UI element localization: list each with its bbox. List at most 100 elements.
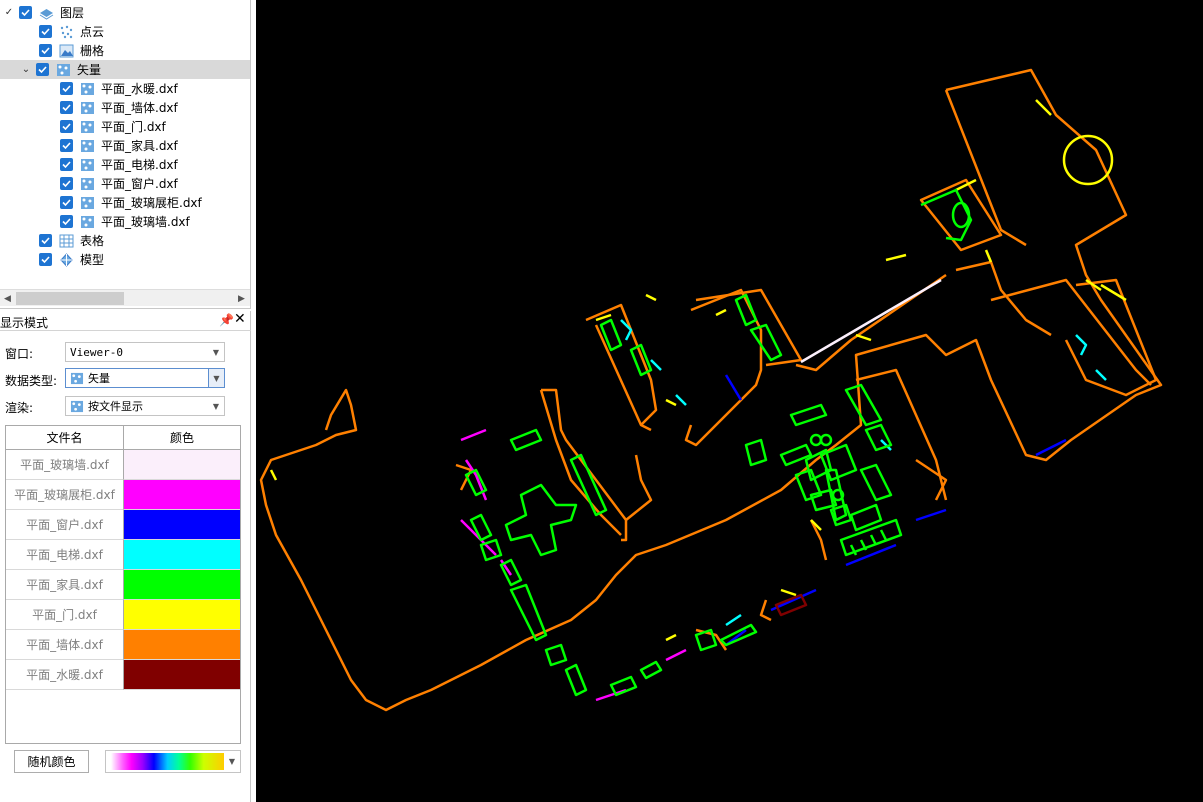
- scrollbar-thumb[interactable]: [16, 292, 124, 305]
- chevron-down-icon[interactable]: ✓: [3, 7, 15, 19]
- pin-icon[interactable]: 📌: [219, 313, 234, 327]
- window-select-value: Viewer-0: [70, 345, 123, 359]
- horizontal-scrollbar[interactable]: ◀ ▶: [0, 289, 250, 306]
- tree-node-raster[interactable]: 栅格: [39, 41, 104, 60]
- chevron-down-icon[interactable]: ▼: [208, 397, 224, 415]
- tree-label-model: 模型: [80, 253, 105, 267]
- layers-icon: [39, 6, 54, 20]
- color-swatch-cell[interactable]: [124, 480, 240, 510]
- furniture-layer: [464, 188, 973, 697]
- checkbox-vector-file[interactable]: [60, 101, 73, 114]
- map-viewer-canvas[interactable]: [256, 0, 1203, 802]
- checkbox-vector-file[interactable]: [60, 177, 73, 190]
- column-header-color[interactable]: 颜色: [124, 426, 240, 450]
- datatype-select-value: 矢量: [88, 372, 110, 385]
- checkbox-vector-file[interactable]: [60, 158, 73, 171]
- tree-node-layers[interactable]: ✓ 图层: [3, 3, 84, 22]
- tree-node-vector-file[interactable]: 平面_玻璃墙.dxf: [60, 212, 190, 231]
- color-ramp-select[interactable]: ▼: [105, 750, 241, 773]
- file-name-cell: 平面_电梯.dxf: [6, 540, 124, 570]
- color-swatch-cell[interactable]: [124, 540, 240, 570]
- tree-node-vector-file[interactable]: 平面_家具.dxf: [60, 136, 178, 155]
- checkbox-vector[interactable]: [36, 63, 49, 76]
- chevron-down-icon[interactable]: ⌄: [20, 64, 32, 76]
- tree-label-vector-file: 平面_墙体.dxf: [101, 101, 178, 115]
- glass-cabinet-layer: [460, 428, 687, 702]
- scroll-left-icon[interactable]: ◀: [0, 290, 15, 307]
- tree-label-raster: 栅格: [80, 44, 105, 58]
- left-sidebar: ✓ 图层 点云 栅格 ⌄ 矢量 平面_水暖.dxf 平面_墙体.dxf 平面_门.d…: [0, 0, 256, 802]
- file-name-cell: 平面_玻璃展柜.dxf: [6, 480, 124, 510]
- window-select[interactable]: Viewer-0 ▼: [65, 342, 225, 362]
- chevron-down-icon[interactable]: ▼: [224, 751, 240, 772]
- tree-label-vector-file: 平面_水暖.dxf: [101, 82, 178, 96]
- checkbox-vector-file[interactable]: [60, 215, 73, 228]
- scroll-right-icon[interactable]: ▶: [234, 290, 249, 307]
- color-swatch-cell[interactable]: [124, 630, 240, 660]
- checkbox-raster[interactable]: [39, 44, 52, 57]
- tree-node-vector-file[interactable]: 平面_水暖.dxf: [60, 79, 178, 98]
- color-swatch-cell[interactable]: [124, 600, 240, 630]
- layer-tree-panel: ✓ 图层 点云 栅格 ⌄ 矢量 平面_水暖.dxf 平面_墙体.dxf 平面_门.d…: [0, 0, 251, 309]
- checkbox-vector-file[interactable]: [60, 196, 73, 209]
- file-name-cell: 平面_家具.dxf: [6, 570, 124, 600]
- table-row[interactable]: 平面_电梯.dxf: [6, 540, 240, 570]
- table-row[interactable]: 平面_家具.dxf: [6, 570, 240, 600]
- vector-icon: [70, 372, 84, 384]
- checkbox-vector-file[interactable]: [60, 139, 73, 152]
- tree-node-vector-file[interactable]: 平面_玻璃展柜.dxf: [60, 193, 202, 212]
- table-row[interactable]: 平面_水暖.dxf: [6, 660, 240, 690]
- vector-file-icon: [80, 101, 95, 115]
- color-swatch-cell[interactable]: [124, 450, 240, 480]
- tree-node-vector-file[interactable]: 平面_窗户.dxf: [60, 174, 178, 193]
- wall-layer: [259, 68, 1163, 712]
- file-name-cell: 平面_窗户.dxf: [6, 510, 124, 540]
- close-icon[interactable]: ✕: [234, 311, 246, 327]
- tree-node-vector[interactable]: ⌄ 矢量: [0, 60, 250, 79]
- vector-file-icon: [80, 196, 95, 210]
- floor-plan-drawing[interactable]: [256, 0, 1203, 802]
- color-ramp-preview: [111, 753, 224, 770]
- tree-label-table: 表格: [80, 234, 105, 248]
- file-name-cell: 平面_水暖.dxf: [6, 660, 124, 690]
- file-name-cell: 平面_玻璃墙.dxf: [6, 450, 124, 480]
- chevron-down-icon[interactable]: ▼: [208, 369, 224, 387]
- tree-node-table[interactable]: 表格: [39, 231, 104, 250]
- tree-label-point-cloud: 点云: [80, 25, 105, 39]
- checkbox-model[interactable]: [39, 253, 52, 266]
- datatype-label: 数据类型:: [5, 374, 58, 388]
- color-swatch-cell[interactable]: [124, 510, 240, 540]
- color-swatch-cell[interactable]: [124, 660, 240, 690]
- random-color-button[interactable]: 随机颜色: [14, 750, 89, 773]
- model-icon: [59, 252, 74, 267]
- raster-icon: [59, 44, 74, 58]
- tree-node-model[interactable]: 模型: [39, 250, 104, 269]
- checkbox-vector-file[interactable]: [60, 120, 73, 133]
- vector-file-icon: [80, 139, 95, 153]
- table-row[interactable]: 平面_玻璃墙.dxf: [6, 450, 240, 480]
- render-select[interactable]: 按文件显示 ▼: [65, 396, 225, 416]
- chevron-down-icon[interactable]: ▼: [208, 343, 224, 361]
- checkbox-table[interactable]: [39, 234, 52, 247]
- vector-file-icon: [80, 120, 95, 134]
- checkbox-point-cloud[interactable]: [39, 25, 52, 38]
- file-name-cell: 平面_墙体.dxf: [6, 630, 124, 660]
- tree-node-vector-file[interactable]: 平面_门.dxf: [60, 117, 166, 136]
- tree-label-layers: 图层: [60, 6, 85, 20]
- checkbox-vector-file[interactable]: [60, 82, 73, 95]
- table-row[interactable]: 平面_玻璃展柜.dxf: [6, 480, 240, 510]
- tree-label-vector: 矢量: [77, 63, 102, 77]
- checkbox-layers[interactable]: [19, 6, 32, 19]
- table-row[interactable]: 平面_门.dxf: [6, 600, 240, 630]
- vector-file-icon: [80, 158, 95, 172]
- tree-node-vector-file[interactable]: 平面_电梯.dxf: [60, 155, 178, 174]
- tree-node-point-cloud[interactable]: 点云: [39, 22, 104, 41]
- vector-file-icon: [80, 177, 95, 191]
- color-swatch-cell[interactable]: [124, 570, 240, 600]
- tree-node-vector-file[interactable]: 平面_墙体.dxf: [60, 98, 178, 117]
- datatype-select[interactable]: 矢量 ▼: [65, 368, 225, 388]
- table-row[interactable]: 平面_窗户.dxf: [6, 510, 240, 540]
- table-row[interactable]: 平面_墙体.dxf: [6, 630, 240, 660]
- column-header-filename[interactable]: 文件名: [6, 426, 124, 450]
- tree-label-vector-file: 平面_门.dxf: [101, 120, 166, 134]
